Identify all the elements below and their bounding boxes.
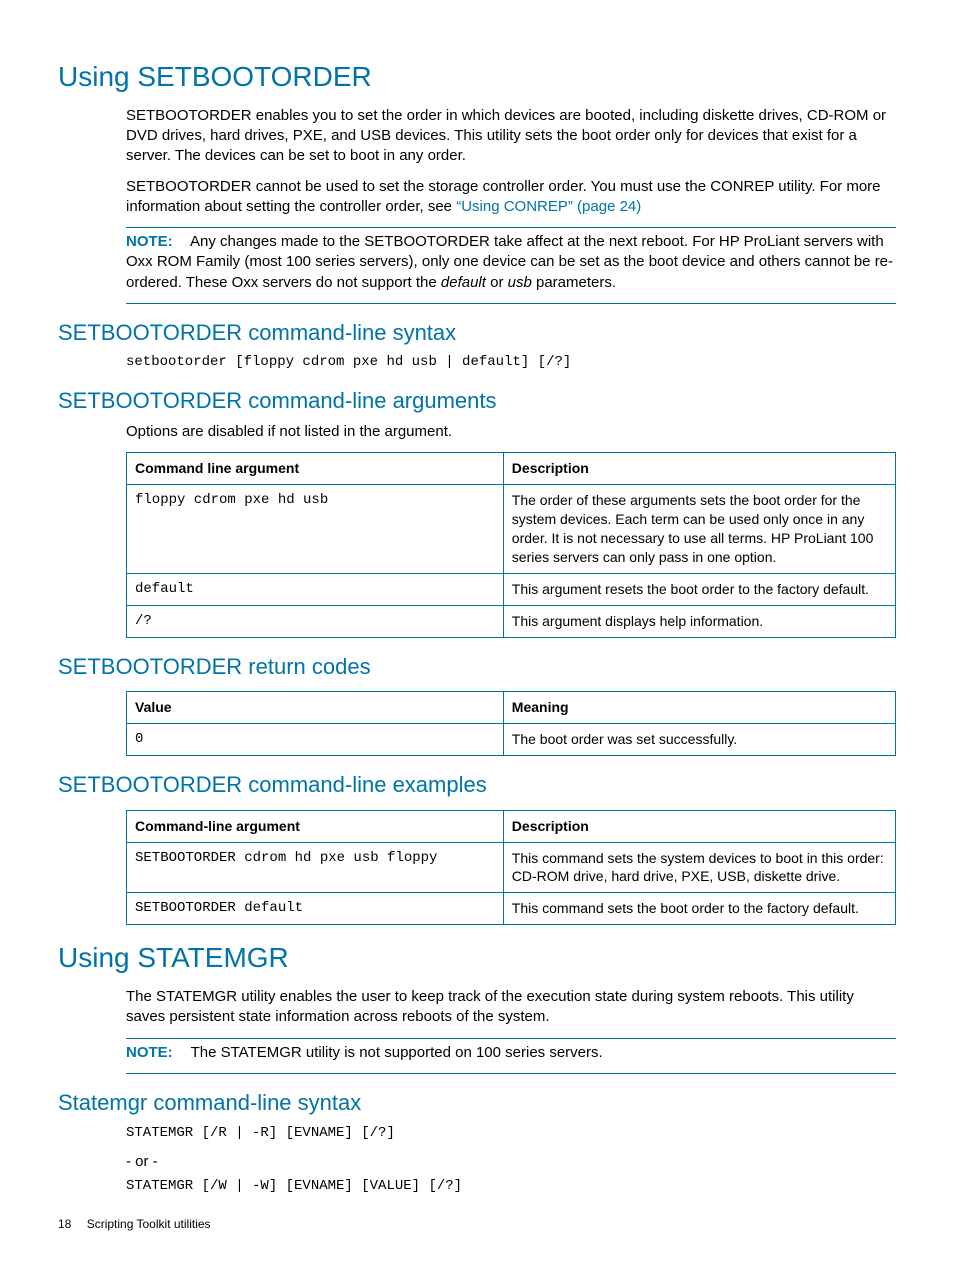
heading-setbootorder-syntax: SETBOOTORDER command-line syntax bbox=[58, 318, 896, 348]
table-header-row: Command line argument Description bbox=[127, 453, 896, 485]
col-header-argument: Command-line argument bbox=[127, 810, 504, 842]
setbootorder-intro-2: SETBOOTORDER cannot be used to set the s… bbox=[126, 177, 896, 218]
table-setbootorder-examples: Command-line argument Description SETBOO… bbox=[126, 810, 896, 926]
note-rule-bottom bbox=[126, 1073, 896, 1074]
note-text: The STATEMGR utility is not supported on… bbox=[191, 1044, 603, 1061]
footer-page-number: 18 bbox=[58, 1217, 71, 1231]
cell-arg: SETBOOTORDER cdrom hd pxe usb floppy bbox=[127, 842, 504, 893]
note-rule-bottom bbox=[126, 303, 896, 304]
table-row: SETBOOTORDER cdrom hd pxe usb floppy Thi… bbox=[127, 842, 896, 893]
table-header-row: Command-line argument Description bbox=[127, 810, 896, 842]
col-header-description: Description bbox=[503, 810, 895, 842]
heading-setbootorder-args: SETBOOTORDER command-line arguments bbox=[58, 386, 896, 416]
cell-desc: This command sets the system devices to … bbox=[503, 842, 895, 893]
emphasis-default: default bbox=[441, 274, 486, 291]
cell-value: 0 bbox=[127, 724, 504, 756]
text-span: parameters. bbox=[532, 274, 616, 291]
cell-desc: This argument resets the boot order to t… bbox=[503, 573, 895, 605]
table-row: /? This argument displays help informati… bbox=[127, 605, 896, 637]
cell-meaning: The boot order was set successfully. bbox=[503, 724, 895, 756]
cell-arg: default bbox=[127, 573, 504, 605]
footer-title: Scripting Toolkit utilities bbox=[87, 1217, 211, 1231]
note-setbootorder: NOTE: Any changes made to the SETBOOTORD… bbox=[126, 232, 896, 293]
statemgr-intro: The STATEMGR utility enables the user to… bbox=[126, 987, 896, 1028]
args-intro: Options are disabled if not listed in th… bbox=[126, 422, 896, 442]
note-text: Any changes made to the SETBOOTORDER tak… bbox=[126, 233, 893, 291]
link-using-conrep[interactable]: “Using CONREP” (page 24) bbox=[456, 198, 641, 215]
cell-arg: floppy cdrom pxe hd usb bbox=[127, 485, 504, 574]
col-header-meaning: Meaning bbox=[503, 692, 895, 724]
text-span: or bbox=[486, 274, 508, 291]
table-header-row: Value Meaning bbox=[127, 692, 896, 724]
code-setbootorder-syntax: setbootorder [floppy cdrom pxe hd usb | … bbox=[126, 353, 896, 372]
heading-using-statemgr: Using STATEMGR bbox=[58, 939, 896, 977]
note-rule-top bbox=[126, 1038, 896, 1039]
col-header-argument: Command line argument bbox=[127, 453, 504, 485]
cell-desc: This argument displays help information. bbox=[503, 605, 895, 637]
note-statemgr: NOTE: The STATEMGR utility is not suppor… bbox=[126, 1043, 896, 1063]
table-row: 0 The boot order was set successfully. bbox=[127, 724, 896, 756]
cell-arg: /? bbox=[127, 605, 504, 637]
code-statemgr-line1: STATEMGR [/R | -R] [EVNAME] [/?] bbox=[126, 1124, 896, 1143]
heading-setbootorder-returns: SETBOOTORDER return codes bbox=[58, 652, 896, 682]
table-row: SETBOOTORDER default This command sets t… bbox=[127, 893, 896, 925]
heading-statemgr-syntax: Statemgr command-line syntax bbox=[58, 1088, 896, 1118]
col-header-value: Value bbox=[127, 692, 504, 724]
cell-arg: SETBOOTORDER default bbox=[127, 893, 504, 925]
note-label: NOTE: bbox=[126, 1044, 173, 1061]
table-row: default This argument resets the boot or… bbox=[127, 573, 896, 605]
code-statemgr-line2: STATEMGR [/W | -W] [EVNAME] [VALUE] [/?] bbox=[126, 1177, 896, 1196]
table-setbootorder-args: Command line argument Description floppy… bbox=[126, 452, 896, 637]
cell-desc: This command sets the boot order to the … bbox=[503, 893, 895, 925]
note-label: NOTE: bbox=[126, 233, 173, 250]
code-separator: - or - bbox=[126, 1152, 896, 1172]
setbootorder-intro-1: SETBOOTORDER enables you to set the orde… bbox=[126, 106, 896, 167]
cell-desc: The order of these arguments sets the bo… bbox=[503, 485, 895, 574]
emphasis-usb: usb bbox=[508, 274, 532, 291]
heading-using-setbootorder: Using SETBOOTORDER bbox=[58, 58, 896, 96]
table-setbootorder-returns: Value Meaning 0 The boot order was set s… bbox=[126, 691, 896, 756]
page-footer: 18 Scripting Toolkit utilities bbox=[58, 1216, 896, 1232]
col-header-description: Description bbox=[503, 453, 895, 485]
note-rule-top bbox=[126, 227, 896, 228]
table-row: floppy cdrom pxe hd usb The order of the… bbox=[127, 485, 896, 574]
heading-setbootorder-examples: SETBOOTORDER command-line examples bbox=[58, 770, 896, 800]
